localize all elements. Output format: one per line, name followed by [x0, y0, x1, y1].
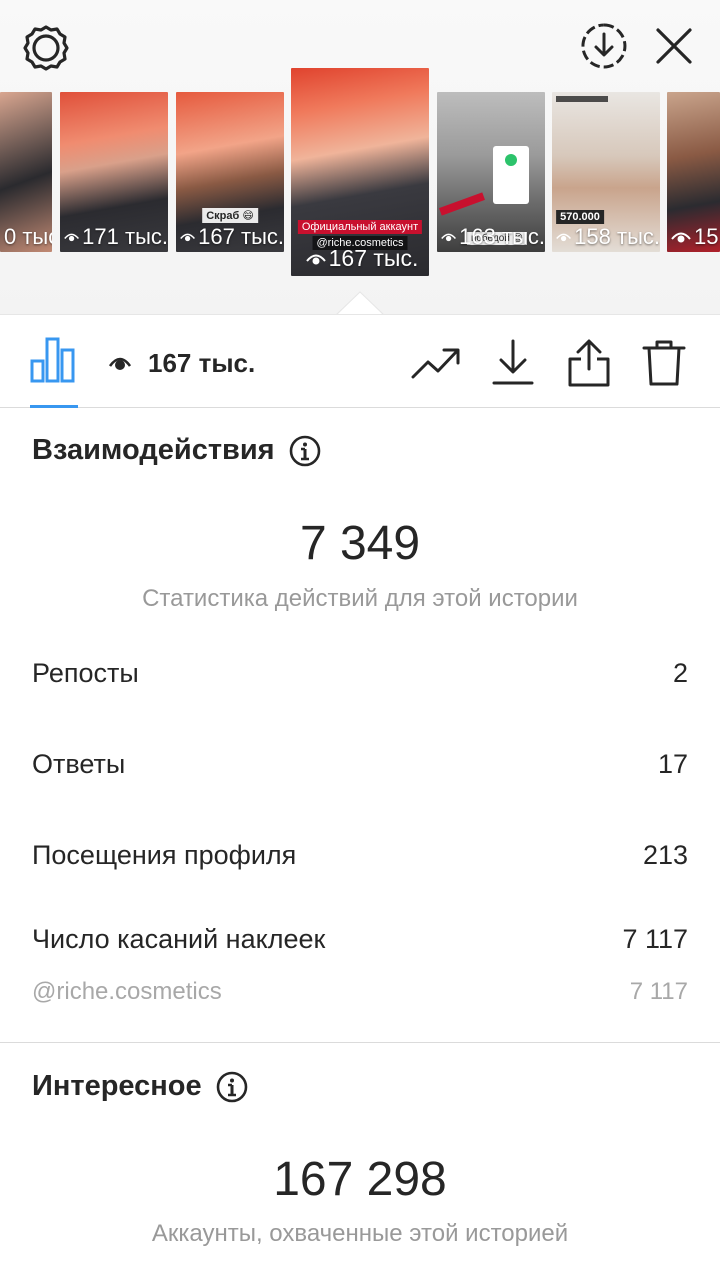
stat-label: Ответы — [32, 749, 126, 779]
interactions-total: 7 349 — [299, 517, 421, 570]
story-view-count-label: 15 — [694, 224, 719, 249]
story-thumbnail[interactable]: 0 тыс. — [0, 92, 52, 252]
stat-label: Число касаний наклеек — [32, 924, 326, 954]
stat-row-profile-visits: Посещения профиля 213 — [32, 840, 688, 871]
stat-value: 7 117 — [629, 978, 688, 1005]
download-circle-icon — [581, 23, 627, 69]
story-view-count: 0 тыс. — [0, 224, 52, 250]
story-thumbnail[interactable]: 15 — [667, 92, 720, 252]
story-thumbnail[interactable]: 570.000 158 тыс. — [552, 92, 660, 252]
story-view-count: 167 тыс. — [291, 245, 429, 272]
gear-icon — [23, 25, 69, 71]
eye-icon — [64, 233, 80, 242]
active-tab-indicator — [30, 405, 78, 408]
stat-value: 7 117 — [622, 924, 688, 954]
eye-icon — [441, 233, 457, 242]
stat-row-sticker-mention: @riche.cosmetics 7 117 — [32, 978, 688, 1006]
save-button[interactable] — [487, 337, 539, 389]
delete-button[interactable] — [638, 337, 690, 389]
stat-label: Репосты — [32, 658, 139, 688]
eye-icon — [671, 232, 691, 243]
eye-icon — [556, 233, 572, 242]
close-icon — [656, 28, 692, 64]
reach-total: 167 298 — [273, 1153, 447, 1206]
story-view-count-label: 167 тыс. — [328, 245, 419, 271]
story-thumbnail[interactable]: Скраб 😄 167 тыс. — [176, 92, 284, 252]
story-view-count: 167 тыс. — [176, 224, 284, 250]
tab-insights[interactable] — [30, 337, 76, 409]
trending-up-icon — [411, 348, 460, 379]
phone-screenshot — [493, 146, 529, 204]
story-view-count: 171 тыс. — [60, 224, 168, 250]
story-thumbnail-selected[interactable]: Официальный аккаунт @riche.cosmetics 167… — [291, 68, 429, 276]
promote-button[interactable] — [410, 337, 462, 389]
interactions-header: Взаимодействия — [32, 434, 321, 467]
story-view-count: 15 — [667, 224, 720, 250]
share-button[interactable] — [563, 337, 615, 389]
story-view-count: 158 тыс. — [552, 224, 660, 250]
reach-caption: Аккаунты, охваченные этой историей — [151, 1220, 569, 1247]
story-toolbar: 167 тыс. — [0, 314, 720, 408]
section-title: Взаимодействия — [32, 434, 275, 466]
save-story-button[interactable] — [576, 18, 632, 74]
eye-icon — [305, 254, 326, 264]
stat-label: @riche.cosmetics — [32, 978, 222, 1005]
stat-row-replies: Ответы 17 — [32, 749, 688, 780]
story-view-count-label: 171 тыс. — [82, 224, 168, 249]
story-thumbnail-strip[interactable]: 0 тыс. 171 тыс. Скраб 😄 167 тыс. Официал… — [0, 68, 720, 280]
interactions-caption: Статистика действий для этой истории — [142, 585, 578, 612]
views-count: 167 тыс. — [148, 347, 256, 378]
text-overlay — [556, 96, 608, 102]
stat-row-reposts: Репосты 2 — [32, 658, 688, 689]
bar-chart-icon — [30, 337, 75, 383]
red-banner — [439, 192, 485, 216]
close-button[interactable] — [648, 18, 700, 74]
story-view-count: 163 тыс. — [437, 224, 545, 250]
story-view-count-label: 158 тыс. — [574, 224, 660, 249]
eye-icon — [180, 233, 196, 242]
info-icon[interactable] — [289, 435, 321, 467]
eye-icon — [108, 357, 132, 370]
info-icon[interactable] — [216, 1071, 248, 1103]
story-header: 0 тыс. 171 тыс. Скраб 😄 167 тыс. Официал… — [0, 0, 720, 316]
story-caption: Официальный аккаунт — [297, 220, 423, 234]
trash-icon — [642, 340, 686, 386]
story-thumbnail[interactable]: 171 тыс. — [60, 92, 168, 252]
section-title: Интересное — [32, 1070, 202, 1102]
download-icon — [492, 339, 534, 385]
stat-value: 17 — [657, 749, 688, 779]
stat-label: Посещения профиля — [32, 840, 297, 870]
story-view-count-label: 0 тыс. — [4, 224, 52, 249]
stat-row-sticker-taps: Число касаний наклеек 7 117 — [32, 924, 688, 955]
stat-value: 213 — [642, 840, 688, 870]
share-icon — [568, 339, 610, 387]
stat-value: 2 — [672, 658, 688, 688]
story-caption: Скраб 😄 — [202, 208, 258, 223]
story-view-count-label: 167 тыс. — [198, 224, 284, 249]
story-thumbnail[interactable]: победой 😄 163 тыс. — [437, 92, 545, 252]
section-divider — [0, 1042, 720, 1043]
discovery-header: Интересное — [32, 1070, 248, 1103]
selection-pointer — [336, 291, 384, 316]
story-view-count-label: 163 тыс. — [459, 224, 545, 249]
story-caption: 570.000 — [556, 210, 604, 224]
viewers-button[interactable]: 167 тыс. — [108, 343, 255, 383]
